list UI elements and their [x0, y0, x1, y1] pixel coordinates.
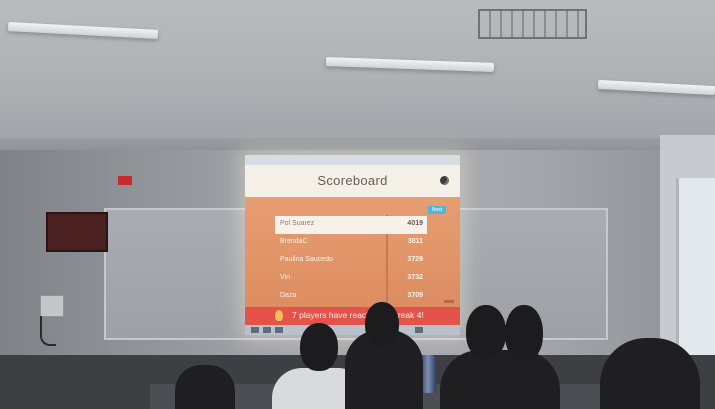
scoreboard-header: Scoreboard	[245, 165, 460, 197]
student-head	[300, 323, 338, 371]
taskbar	[245, 325, 460, 335]
projected-scoreboard: Scoreboard Next Pol Suarez 4019 BrendaC 381…	[245, 155, 460, 335]
player-score: 3729	[407, 256, 423, 263]
taskbar-item[interactable]	[275, 327, 283, 333]
score-row: BrendaC 3811	[275, 234, 427, 252]
player-score: 3811	[407, 238, 423, 245]
score-row: Paulina Saucedo 3729	[275, 252, 427, 270]
projector-icon	[478, 9, 587, 39]
student-head	[365, 302, 399, 346]
student-head	[505, 305, 543, 361]
student-silhouette	[175, 365, 235, 409]
browser-bar	[245, 155, 460, 165]
player-score: 4019	[407, 220, 423, 227]
wall-outlet	[40, 295, 64, 317]
score-row: Pol Suarez 4019	[275, 216, 427, 234]
scoreboard-body: Next Pol Suarez 4019 BrendaC 3811 Paulina Sa…	[245, 197, 460, 307]
score-list: Pol Suarez 4019 BrendaC 3811 Paulina Saucedo…	[275, 216, 427, 306]
exit-sign	[118, 176, 132, 185]
streak-text: 7 players have reached a Streak 4!	[292, 310, 424, 320]
footer-mark	[444, 300, 454, 303]
ceiling	[0, 0, 715, 150]
taskbar-item[interactable]	[415, 327, 423, 333]
player-score: 3709	[407, 292, 423, 299]
classroom-photo: Scoreboard Next Pol Suarez 4019 BrendaC 381…	[0, 0, 715, 409]
cable	[40, 316, 56, 346]
taskbar-item[interactable]	[263, 327, 271, 333]
student-head	[466, 305, 506, 359]
player-score: 3732	[407, 274, 423, 281]
player-name: Paulina Saucedo	[280, 256, 333, 263]
streak-banner: 7 players have reached a Streak 4!	[245, 307, 460, 325]
globe-icon[interactable]	[440, 176, 449, 185]
scoreboard-title: Scoreboard	[317, 173, 388, 188]
flame-icon	[275, 310, 283, 321]
player-name: Daza	[280, 292, 297, 299]
score-row: Vin 3732	[275, 270, 427, 288]
score-row: Daza 3709	[275, 288, 427, 306]
taskbar-item[interactable]	[251, 327, 259, 333]
student-silhouette	[440, 350, 560, 409]
player-name: Vin	[280, 274, 290, 281]
wall-poster	[46, 212, 108, 252]
next-button[interactable]: Next	[428, 206, 446, 214]
player-name: BrendaC	[280, 238, 308, 245]
player-name: Pol Suarez	[280, 220, 315, 227]
